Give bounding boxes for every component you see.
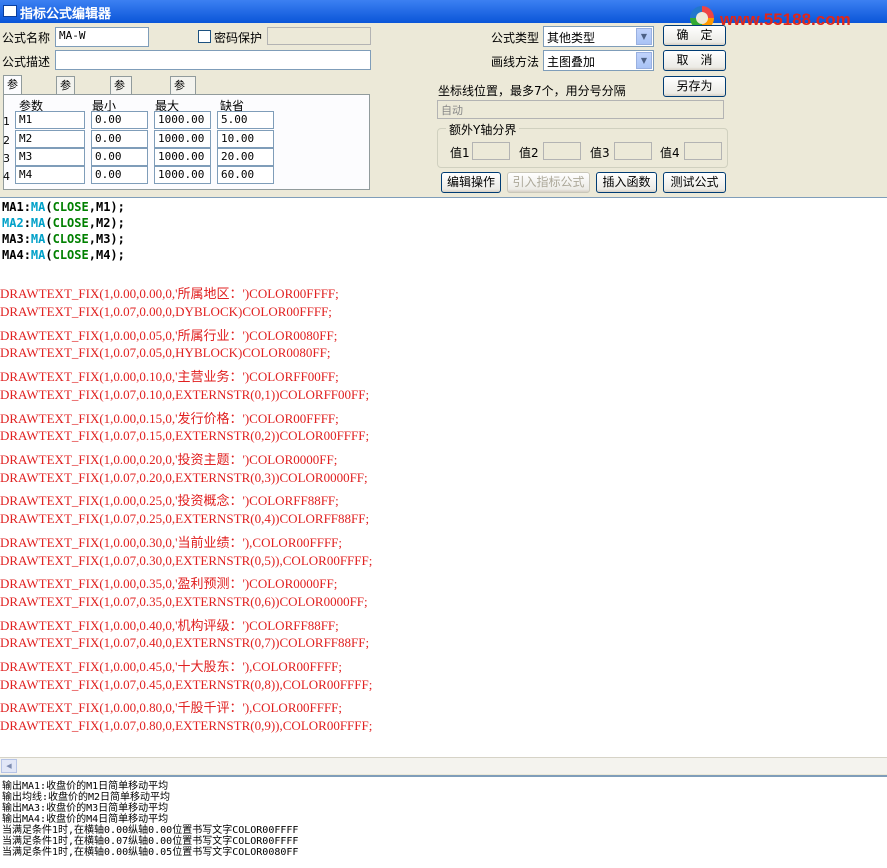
param-row-number: 3: [3, 152, 10, 165]
value3-input[interactable]: [614, 142, 652, 160]
test-formula-button[interactable]: 测试公式: [663, 172, 726, 193]
param-max-input[interactable]: 1000.00: [154, 166, 211, 184]
param-name-input[interactable]: M2: [15, 130, 85, 148]
value4-label: 值4: [660, 146, 680, 160]
value1-input[interactable]: [472, 142, 510, 160]
param-min-input[interactable]: 0.00: [91, 111, 148, 129]
param-max-input[interactable]: 1000.00: [154, 148, 211, 166]
horizontal-scrollbar[interactable]: ◀: [0, 757, 887, 774]
output-line: 输出均线:收盘价的M2日简单移动平均: [2, 792, 171, 803]
code-line: MA2:MA(CLOSE,M2);: [2, 216, 125, 230]
formula-type-label: 公式类型: [491, 31, 540, 45]
value2-input[interactable]: [543, 142, 581, 160]
value4-input[interactable]: [684, 142, 722, 160]
output-panel: 输出MA1:收盘价的M1日简单移动平均 输出均线:收盘价的M2日简单移动平均 输…: [0, 775, 887, 868]
param-row-number: 2: [3, 134, 10, 147]
param-panel: 参数 最小 最大 缺省 1 M1 0.00 1000.00 5.00 2 M2 …: [3, 94, 370, 190]
ok-button[interactable]: 确 定: [663, 25, 726, 46]
param-min-input[interactable]: 0.00: [91, 148, 148, 166]
code-line: DRAWTEXT_FIX(1,0.07,0.80,0,EXTERNSTR(0,9…: [0, 718, 373, 733]
code-line: DRAWTEXT_FIX(1,0.00,0.00,0,'所属地区：')COLOR…: [0, 286, 339, 301]
code-line: DRAWTEXT_FIX(1,0.07,0.15,0,EXTERNSTR(0,2…: [0, 428, 370, 443]
code-line: DRAWTEXT_FIX(1,0.00,0.30,0,'当前业绩：'),COLO…: [0, 535, 343, 550]
code-line: DRAWTEXT_FIX(1,0.00,0.35,0,'盈利预测：')COLOR…: [0, 576, 338, 591]
extra-y-axis-group: 额外Y轴分界 值1 值2 值3 值4: [437, 121, 728, 168]
code-line: DRAWTEXT_FIX(1,0.00,0.05,0,'所属行业：')COLOR…: [0, 328, 338, 343]
param-max-input[interactable]: 1000.00: [154, 130, 211, 148]
chevron-down-icon[interactable]: ▼: [636, 52, 652, 69]
code-line: DRAWTEXT_FIX(1,0.07,0.35,0,EXTERNSTR(0,6…: [0, 594, 368, 609]
password-label: 密码保护: [214, 31, 263, 45]
chevron-down-icon[interactable]: ▼: [636, 28, 652, 45]
password-input[interactable]: [267, 27, 371, 45]
param-row-number: 1: [3, 115, 10, 128]
code-line: MA1:MA(CLOSE,M1);: [2, 200, 125, 214]
code-line: DRAWTEXT_FIX(1,0.07,0.05,0,HYBLOCK)COLOR…: [0, 345, 331, 360]
coord-lines-input[interactable]: 自动: [437, 100, 724, 119]
code-line: DRAWTEXT_FIX(1,0.07,0.30,0,EXTERNSTR(0,5…: [0, 553, 373, 568]
import-formula-button[interactable]: 引入指标公式: [507, 172, 590, 193]
param-max-input[interactable]: 1000.00: [154, 111, 211, 129]
code-line: DRAWTEXT_FIX(1,0.00,0.80,0,'千股千评：'),COLO…: [0, 700, 343, 715]
formula-name-input[interactable]: MA-W: [55, 27, 149, 47]
code-line: DRAWTEXT_FIX(1,0.07,0.40,0,EXTERNSTR(0,7…: [0, 635, 370, 650]
window-title: 指标公式编辑器: [20, 7, 112, 22]
code-line: DRAWTEXT_FIX(1,0.00,0.15,0,'发行价格：')COLOR…: [0, 411, 339, 426]
draw-method-value: 主图叠加: [547, 55, 596, 69]
param-name-input[interactable]: M3: [15, 148, 85, 166]
tab-params-1-4[interactable]: 参数1-4: [3, 75, 22, 142]
code-line: DRAWTEXT_FIX(1,0.00,0.40,0,'机构评级：')COLOR…: [0, 618, 339, 633]
param-default-input[interactable]: 5.00: [217, 111, 274, 129]
param-name-input[interactable]: M4: [15, 166, 85, 184]
tab-params-5-8[interactable]: 参数5-8: [56, 76, 75, 143]
code-line: DRAWTEXT_FIX(1,0.00,0.25,0,'投资概念：')COLOR…: [0, 493, 339, 508]
scroll-left-icon[interactable]: ◀: [1, 759, 17, 773]
param-min-input[interactable]: 0.00: [91, 130, 148, 148]
save-as-button[interactable]: 另存为: [663, 76, 726, 97]
extra-y-axis-legend: 额外Y轴分界: [446, 121, 520, 138]
output-line: 输出MA1:收盘价的M1日简单移动平均: [2, 781, 169, 792]
cancel-button[interactable]: 取 消: [663, 50, 726, 71]
logo-text: www.55188.com: [720, 10, 851, 29]
window-icon: [3, 5, 17, 17]
param-name-input[interactable]: M1: [15, 111, 85, 129]
code-editor[interactable]: MA1:MA(CLOSE,M1); MA2:MA(CLOSE,M2); MA3:…: [0, 197, 887, 757]
draw-method-select[interactable]: 主图叠加 ▼: [543, 50, 654, 71]
tab-params-13-16[interactable]: 参数13-16: [170, 76, 196, 143]
coord-lines-label: 坐标线位置，最多7个，用分号分隔: [438, 84, 626, 98]
output-line: 输出MA3:收盘价的M3日简单移动平均: [2, 803, 169, 814]
edit-operations-button[interactable]: 编辑操作: [441, 172, 501, 193]
param-row-number: 4: [3, 170, 10, 183]
insert-function-button[interactable]: 插入函数: [596, 172, 657, 193]
param-min-input[interactable]: 0.00: [91, 166, 148, 184]
code-line: DRAWTEXT_FIX(1,0.07,0.45,0,EXTERNSTR(0,8…: [0, 677, 373, 692]
param-default-input[interactable]: 10.00: [217, 130, 274, 148]
formula-name-label: 公式名称: [2, 31, 51, 45]
output-line: 输出MA4:收盘价的M4日简单移动平均: [2, 814, 169, 825]
value1-label: 值1: [450, 146, 470, 160]
code-line: DRAWTEXT_FIX(1,0.07,0.10,0,EXTERNSTR(0,1…: [0, 387, 370, 402]
output-line: 当满足条件1时,在横轴0.07纵轴0.00位置书写文字COLOR00FFFF: [2, 836, 299, 847]
code-line: DRAWTEXT_FIX(1,0.00,0.45,0,'十大股东：'),COLO…: [0, 659, 343, 674]
code-line: DRAWTEXT_FIX(1,0.00,0.10,0,'主营业务：')COLOR…: [0, 369, 339, 384]
formula-desc-label: 公式描述: [2, 55, 51, 69]
password-checkbox[interactable]: [198, 30, 211, 43]
code-line: DRAWTEXT_FIX(1,0.00,0.20,0,'投资主题：')COLOR…: [0, 452, 338, 467]
tab-params-9-12[interactable]: 参数9-12: [110, 76, 132, 143]
output-line: 当满足条件1时,在横轴0.00纵轴0.05位置书写文字COLOR0080FF: [2, 847, 299, 858]
formula-desc-input[interactable]: [55, 50, 371, 70]
formula-type-value: 其他类型: [547, 31, 596, 45]
value2-label: 值2: [519, 146, 539, 160]
value3-label: 值3: [590, 146, 610, 160]
formula-type-select[interactable]: 其他类型 ▼: [543, 26, 654, 47]
param-default-input[interactable]: 20.00: [217, 148, 274, 166]
code-line: DRAWTEXT_FIX(1,0.07,0.25,0,EXTERNSTR(0,4…: [0, 511, 370, 526]
code-line: DRAWTEXT_FIX(1,0.07,0.20,0,EXTERNSTR(0,3…: [0, 470, 368, 485]
draw-method-label: 画线方法: [491, 55, 540, 69]
param-default-input[interactable]: 60.00: [217, 166, 274, 184]
code-line: MA4:MA(CLOSE,M4);: [2, 248, 125, 262]
code-line: MA3:MA(CLOSE,M3);: [2, 232, 125, 246]
code-line: DRAWTEXT_FIX(1,0.07,0.00,0,DYBLOCK)COLOR…: [0, 304, 332, 319]
output-line: 当满足条件1时,在横轴0.00纵轴0.00位置书写文字COLOR00FFFF: [2, 825, 299, 836]
